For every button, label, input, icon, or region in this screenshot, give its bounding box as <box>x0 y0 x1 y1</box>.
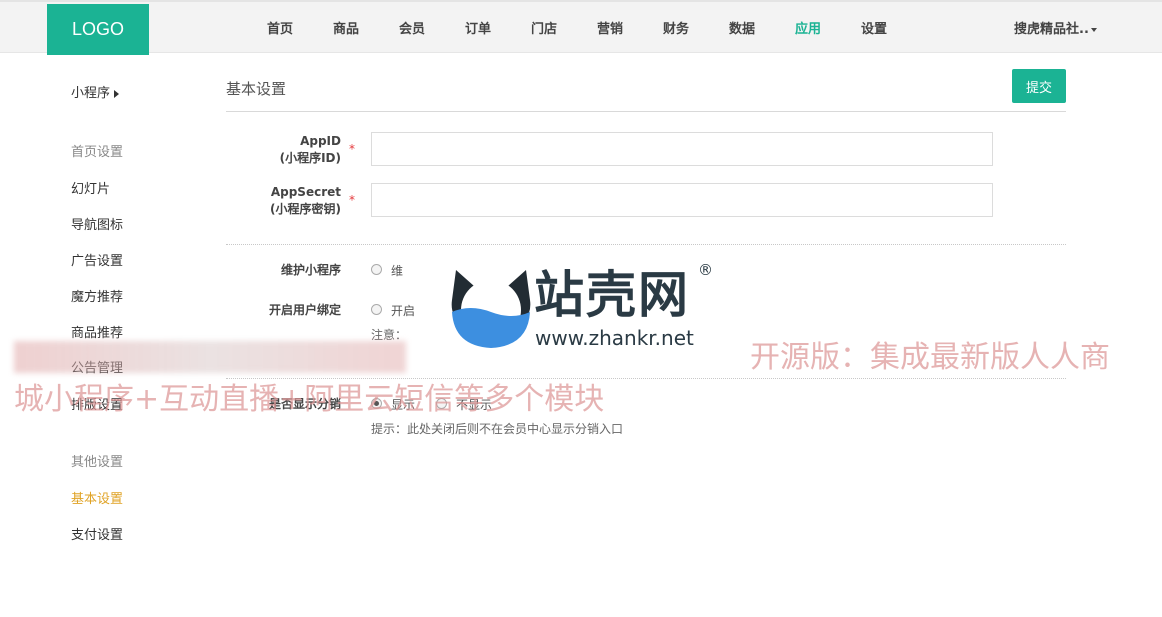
maintain-radio[interactable] <box>371 264 382 275</box>
maintain-option-label[interactable]: 维 <box>391 262 403 279</box>
nav-item-data[interactable]: 数据 <box>709 4 775 55</box>
user-bind-radio[interactable] <box>371 304 382 315</box>
maintain-label: 维护小程序 <box>280 263 341 277</box>
sidebar-item-cube[interactable]: 魔方推荐 <box>71 286 123 305</box>
appsecret-label-line2: (小程序密钥) <box>270 202 341 216</box>
logo[interactable]: LOGO <box>47 4 149 55</box>
divider <box>226 111 1066 112</box>
nav-item-apps[interactable]: 应用 <box>775 4 841 55</box>
watermark-banner-line2: 城小程序+互动直播+阿里云短信等多个模块 <box>14 382 605 417</box>
user-bind-option-label[interactable]: 开启 <box>391 302 415 319</box>
watermark-url: www.zhankr.net <box>535 326 694 350</box>
user-bind-label: 开启用户绑定 <box>268 303 341 317</box>
sidebar-group-other: 其他设置 <box>71 455 124 470</box>
sidebar-title[interactable]: 小程序 <box>71 82 120 101</box>
appid-label: AppID (小程序ID) <box>226 133 341 167</box>
cat-logo-icon <box>451 270 531 348</box>
sidebar-title-label: 小程序 <box>71 86 111 101</box>
divider <box>226 244 1066 245</box>
watermark-brand: 站壳网 <box>534 266 690 324</box>
user-menu-label: 搜虎精品社.. <box>1014 22 1089 37</box>
nav-item-settings[interactable]: 设置 <box>841 4 907 55</box>
sidebar-item-nav-icons[interactable]: 导航图标 <box>71 214 123 233</box>
nav-item-finance[interactable]: 财务 <box>643 4 709 55</box>
appid-label-line1: AppID <box>300 134 341 148</box>
sidebar-item-ads[interactable]: 广告设置 <box>71 250 123 269</box>
appsecret-label-line1: AppSecret <box>270 185 341 199</box>
required-mark: * <box>349 193 355 207</box>
sidebar-item-slides[interactable]: 幻灯片 <box>71 178 110 197</box>
caret-right-icon <box>114 89 120 98</box>
nav-item-orders[interactable]: 订单 <box>445 4 511 55</box>
nav-item-stores[interactable]: 门店 <box>511 4 577 55</box>
submit-button[interactable]: 提交 <box>1012 69 1066 103</box>
nav-item-goods[interactable]: 商品 <box>313 4 379 55</box>
nav-item-members[interactable]: 会员 <box>379 4 445 55</box>
main-nav: 首页 商品 会员 订单 门店 营销 财务 数据 应用 设置 <box>247 4 907 55</box>
nav-item-marketing[interactable]: 营销 <box>577 4 643 55</box>
appid-input[interactable] <box>371 132 993 166</box>
watermark-registered-mark: ® <box>698 261 713 279</box>
appsecret-label: AppSecret (小程序密钥) <box>226 184 341 218</box>
sidebar-item-payment-settings[interactable]: 支付设置 <box>71 524 123 543</box>
distribution-hint: 提示：此处关闭后则不在会员中心显示分销入口 <box>371 422 624 436</box>
user-menu-dropdown[interactable]: 搜虎精品社.. <box>1014 4 1097 55</box>
sidebar-group-home: 首页设置 <box>71 145 124 160</box>
top-navbar: LOGO 首页 商品 会员 订单 门店 营销 财务 数据 应用 设置 搜虎精品社… <box>0 0 1162 55</box>
sidebar-item-basic-settings[interactable]: 基本设置 <box>71 488 123 507</box>
caret-down-icon <box>1090 27 1097 32</box>
appid-label-line2: (小程序ID) <box>279 151 341 165</box>
required-mark: * <box>349 142 355 156</box>
nav-item-home[interactable]: 首页 <box>247 4 313 55</box>
appsecret-input[interactable] <box>371 183 993 217</box>
section-title: 基本设置 <box>226 80 287 98</box>
